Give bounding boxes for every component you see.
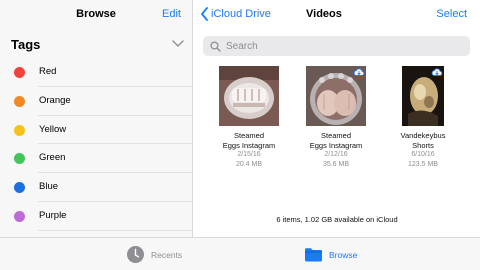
tag-label: Green	[39, 152, 66, 164]
file-item[interactable]: Steamed Eggs Instagram 2/12/16 35.6 MB	[296, 66, 376, 169]
sidebar-header: Browse Edit	[0, 0, 192, 30]
tag-label: Blue	[39, 181, 59, 193]
file-name: Steamed Eggs Instagram	[222, 131, 276, 150]
eggs-thumbnail-image	[219, 66, 279, 126]
cloud-download-icon	[431, 68, 443, 76]
browse-sidebar: Browse Edit Tags Red Orange Yellow Green…	[0, 0, 193, 237]
videos-folder-view: iCloud Drive Videos Select Search Steame…	[194, 0, 480, 237]
tag-label: Purple	[39, 209, 67, 221]
tab-browse[interactable]: Browse	[304, 245, 357, 264]
file-size: 35.6 MB	[322, 160, 350, 168]
edit-button[interactable]: Edit	[162, 8, 181, 20]
file-size: 123.5 MB	[408, 160, 438, 168]
chevron-down-icon[interactable]	[172, 39, 184, 49]
orange-tag-dot-icon	[14, 95, 25, 107]
file-item[interactable]: Vandekeybus Shorts 6/10/16 123.5 MB	[383, 66, 463, 169]
tags-section-header[interactable]: Tags	[0, 32, 192, 58]
tag-item-orange[interactable]: Orange	[0, 87, 192, 116]
search-icon	[210, 40, 221, 52]
tag-item-yellow[interactable]: Yellow	[0, 116, 192, 145]
tag-label: Yellow	[39, 123, 67, 135]
red-tag-dot-icon	[14, 67, 25, 78]
file-name: Vandekeybus Shorts	[400, 131, 446, 150]
video-thumbnail	[219, 66, 279, 126]
file-name: Steamed Eggs Instagram	[309, 131, 363, 150]
back-label: iCloud Drive	[211, 8, 271, 20]
cloud-download-icon	[353, 68, 365, 76]
select-button[interactable]: Select	[436, 8, 467, 20]
chevron-left-icon	[201, 7, 208, 21]
video-thumbnail	[402, 66, 444, 126]
tag-list: Red Orange Yellow Green Blue Purple	[0, 58, 192, 237]
tag-item-green[interactable]: Green	[0, 144, 192, 173]
green-tag-dot-icon	[14, 153, 25, 165]
tag-item-red[interactable]: Red	[0, 58, 192, 87]
file-size: 20.4 MB	[235, 160, 263, 168]
back-button[interactable]: iCloud Drive	[200, 7, 271, 21]
purple-tag-dot-icon	[14, 210, 25, 222]
file-date: 2/12/16	[324, 151, 348, 158]
file-item[interactable]: Steamed Eggs Instagram 2/15/16 20.4 MB	[209, 66, 289, 169]
tag-label: Orange	[39, 94, 71, 106]
tag-label: Red	[39, 66, 57, 77]
file-date: 2/15/16	[237, 151, 261, 158]
storage-summary: 6 items, 1.02 GB available on iCloud	[276, 215, 398, 224]
page-title: Videos	[306, 8, 342, 20]
file-date: 6/10/16	[411, 151, 435, 158]
nav-bar: iCloud Drive Videos Select	[194, 0, 480, 30]
blue-tag-dot-icon	[14, 182, 25, 194]
folder-icon	[305, 248, 322, 262]
tab-recents-label: Recents	[151, 249, 183, 260]
file-grid: Steamed Eggs Instagram 2/15/16 20.4 MB S…	[194, 66, 480, 181]
yellow-tag-dot-icon	[14, 124, 25, 136]
search-placeholder: Search	[226, 40, 258, 52]
tag-item-blue[interactable]: Blue	[0, 173, 192, 202]
tag-item-purple[interactable]: Purple	[0, 202, 192, 231]
tab-recents[interactable]: Recents	[126, 245, 182, 264]
tab-bar: Recents Browse	[0, 237, 480, 270]
tab-browse-label: Browse	[329, 249, 358, 260]
tags-heading: Tags	[11, 37, 41, 52]
clock-icon	[127, 246, 144, 263]
search-input[interactable]: Search	[203, 36, 470, 56]
video-thumbnail	[306, 66, 366, 126]
